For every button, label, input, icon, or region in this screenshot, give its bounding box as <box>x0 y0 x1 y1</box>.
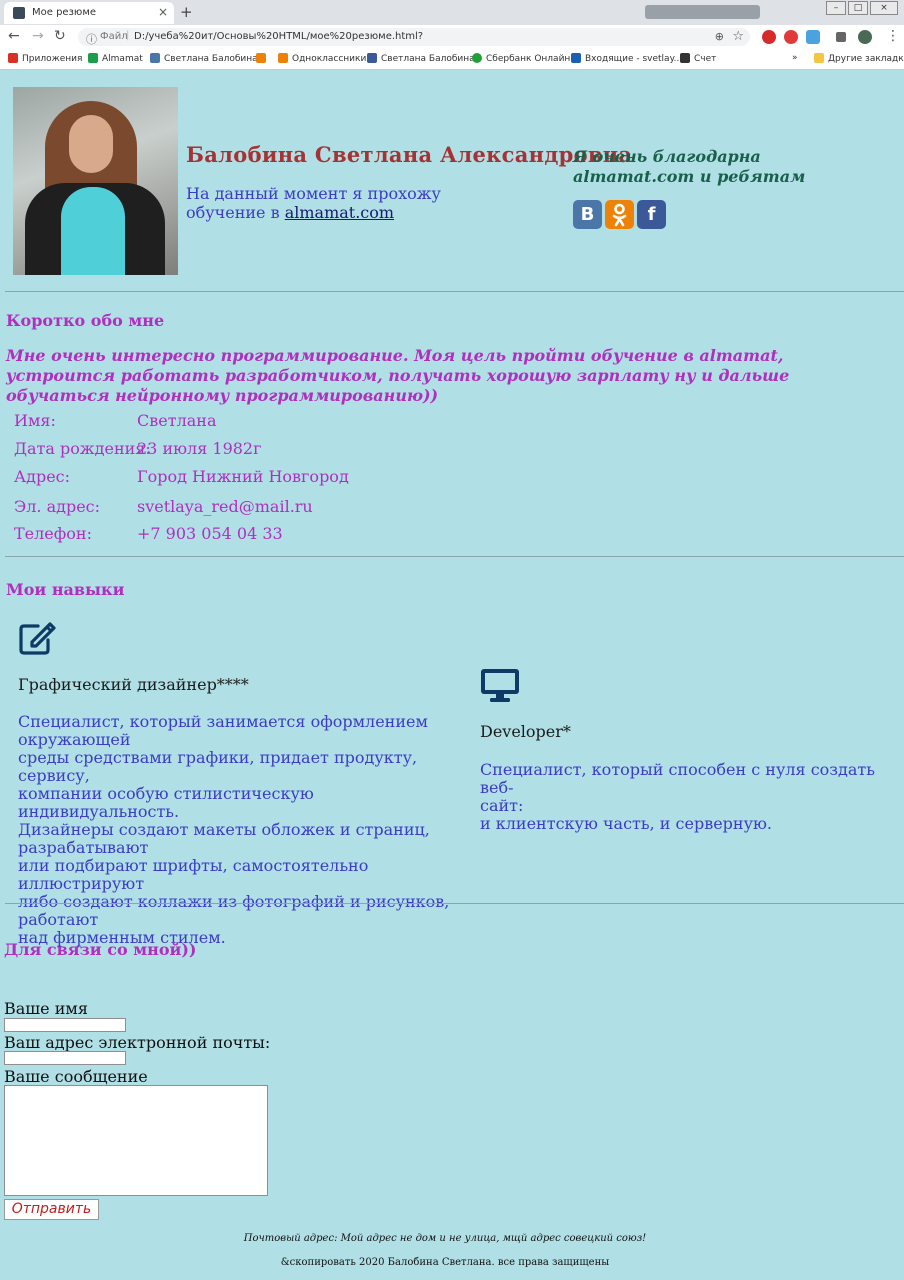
social-links: B f <box>573 200 666 229</box>
footer-copyright: &скопировать 2020 Балобина Светлана. все… <box>280 1257 610 1268</box>
monitor-icon <box>481 669 519 702</box>
adblock-icon[interactable] <box>784 30 798 44</box>
skill-title: Графический дизайнер**** <box>18 675 249 694</box>
folder-icon <box>814 53 824 63</box>
about-text: Мне очень интересно программирование. Мо… <box>6 346 790 405</box>
info-label-address: Адрес: <box>14 467 71 486</box>
info-value-email: svetlaya_red@mail.ru <box>137 497 313 516</box>
forward-button[interactable]: → <box>32 28 44 44</box>
info-label-email: Эл. адрес: <box>14 497 101 516</box>
other-bookmarks-folder[interactable]: Другие закладки <box>814 53 904 64</box>
site-info-icon[interactable]: ⓘ <box>86 31 97 47</box>
thanks-text: Я очень благодарна almamat.com и ребятам <box>573 147 806 186</box>
info-label-name: Имя: <box>14 411 56 430</box>
maximize-button[interactable]: □ <box>848 1 868 15</box>
bookmark-item[interactable]: Одноклассники <box>278 53 366 64</box>
facebook-icon[interactable]: f <box>637 200 666 229</box>
opera-icon[interactable] <box>762 30 776 44</box>
info-label-phone: Телефон: <box>14 524 92 543</box>
address-bar[interactable]: ⓘ Файл | D:/учеба%20ит/Основы%20HTML/мое… <box>78 28 750 46</box>
taskbar-widget <box>645 5 760 19</box>
skill-description: Специалист, который занимается оформлени… <box>18 712 450 947</box>
vk-icon <box>150 53 160 63</box>
profile-photo <box>13 87 178 275</box>
playlist-icon[interactable] <box>836 32 846 42</box>
email-field[interactable] <box>4 1051 126 1065</box>
resume-page: Балобина Светлана Александровна На данны… <box>0 70 904 1280</box>
bookmark-item[interactable]: Almamat <box>88 53 143 64</box>
bookmark-item[interactable]: Сбербанк Онлайн <box>472 53 570 64</box>
name-field[interactable] <box>4 1018 126 1032</box>
window-controls: – □ × <box>826 1 898 15</box>
email-label: Ваш адрес электронной почты: <box>4 1033 271 1052</box>
message-textarea[interactable] <box>4 1085 268 1196</box>
bookmark-item[interactable]: Светлана Балобина <box>367 53 475 64</box>
divider <box>5 903 904 904</box>
browser-tab[interactable]: Мое резюме × <box>4 2 174 24</box>
info-value-birthdate: 23 июля 1982г <box>137 439 262 458</box>
new-tab-button[interactable]: + <box>180 3 193 21</box>
page-favicon-icon <box>13 7 25 19</box>
odnoklassniki-icon[interactable] <box>605 200 634 229</box>
yandex-icon <box>680 53 690 63</box>
bookmark-item[interactable]: Приложения <box>8 53 82 64</box>
vk-icon[interactable]: B <box>573 200 602 229</box>
reload-button[interactable]: ↻ <box>54 28 66 44</box>
bookmark-item[interactable] <box>256 53 270 64</box>
sberbank-icon <box>472 53 482 63</box>
contact-heading: Для связи со мной)) <box>4 940 197 959</box>
submit-button[interactable]: Отправить <box>4 1199 99 1220</box>
intro-text: На данный момент я прохожу обучение в al… <box>186 184 441 222</box>
info-value-address: Город Нижний Новгород <box>137 467 349 486</box>
divider <box>5 556 904 557</box>
info-label-birthdate: Дата рождения: <box>14 439 151 458</box>
browser-menu-icon[interactable]: ⋮ <box>886 28 900 44</box>
about-heading: Коротко обо мне <box>6 311 165 330</box>
info-value-name: Светлана <box>137 411 217 430</box>
mail-icon <box>571 53 581 63</box>
browser-chrome: Мое резюме × + – □ × ← → ↻ ⓘ Файл | D:/у… <box>0 0 904 70</box>
back-button[interactable]: ← <box>8 28 20 44</box>
address-row: ← → ↻ ⓘ Файл | D:/учеба%20ит/Основы%20HT… <box>0 25 904 49</box>
message-label: Ваше сообщение <box>4 1067 148 1086</box>
edit-icon <box>19 622 56 655</box>
footer-address: Почтовый адрес: Мой адрес не дом и не ул… <box>243 1233 647 1244</box>
translate-icon[interactable]: ⊕ <box>715 30 724 43</box>
bookmarks-more-button[interactable]: » <box>792 53 798 63</box>
apps-icon <box>8 53 18 63</box>
bookmark-item[interactable]: Входящие - svetlay... <box>571 53 682 64</box>
almamat-link[interactable]: almamat.com <box>285 203 394 222</box>
facebook-icon <box>367 53 377 63</box>
close-window-button[interactable]: × <box>870 1 898 15</box>
tab-bar: Мое резюме × + – □ × <box>0 0 904 24</box>
name-label: Ваше имя <box>4 999 88 1018</box>
tab-title: Мое резюме <box>32 7 97 18</box>
tab-close-icon[interactable]: × <box>158 5 168 19</box>
skill-description: Специалист, который способен с нуля созд… <box>480 760 875 833</box>
address-separator: | <box>126 30 130 41</box>
skill-title: Developer* <box>480 722 571 741</box>
address-scheme-label: Файл <box>100 31 128 42</box>
info-value-phone: +7 903 054 04 33 <box>137 524 283 543</box>
page-title: Балобина Светлана Александровна <box>186 142 633 167</box>
address-url[interactable]: D:/учеба%20ит/Основы%20HTML/мое%20резюме… <box>134 31 423 42</box>
mail-icon <box>256 53 266 63</box>
bookmarks-bar: Приложения Almamat Светлана Балобина Одн… <box>0 49 904 70</box>
bookmark-item[interactable]: Светлана Балобина <box>150 53 258 64</box>
divider <box>5 291 904 292</box>
extension-icon[interactable] <box>806 30 820 44</box>
almamat-icon <box>88 53 98 63</box>
minimize-button[interactable]: – <box>826 1 846 15</box>
skills-heading: Мои навыки <box>6 580 125 599</box>
bookmark-star-icon[interactable]: ☆ <box>732 29 744 44</box>
bookmark-item[interactable]: Счет <box>680 53 716 64</box>
odnoklassniki-icon <box>278 53 288 63</box>
avatar[interactable] <box>858 30 872 44</box>
